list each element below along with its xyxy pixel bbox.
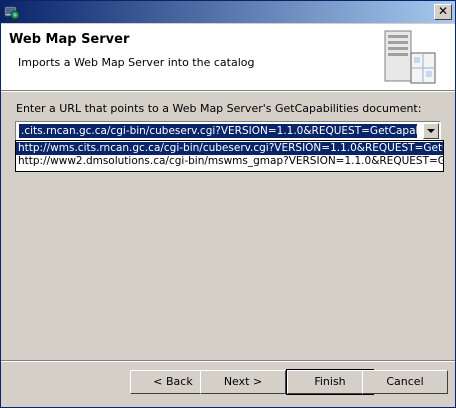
next-button[interactable]: Next > (200, 370, 286, 394)
chevron-down-icon (427, 129, 435, 133)
wizard-header: Web Map Server Imports a Web Map Server … (1, 24, 455, 91)
wizard-dialog: ✕ Web Map Server Imports a Web Map Serve… (0, 0, 456, 408)
url-label: Enter a URL that points to a Web Map Ser… (16, 102, 422, 115)
footer-separator-highlight (1, 361, 455, 362)
dropdown-item[interactable]: http://www2.dmsolutions.ca/cgi-bin/mswms… (16, 155, 443, 168)
cancel-button[interactable]: Cancel (362, 370, 448, 394)
dropdown-item[interactable]: http://wms.cits.rncan.gc.ca/cgi-bin/cube… (16, 142, 443, 155)
close-icon: ✕ (437, 4, 449, 18)
finish-button[interactable]: Finish (286, 369, 374, 395)
title-bar[interactable]: ✕ (1, 1, 455, 23)
combo-dropdown-button[interactable] (423, 123, 439, 139)
header-separator (1, 91, 455, 92)
page-description: Imports a Web Map Server into the catalo… (18, 56, 255, 69)
url-input[interactable]: .cits.rncan.gc.ca/cgi-bin/cubeserv.cgi?V… (19, 124, 417, 138)
server-catalog-icon (384, 30, 436, 84)
close-button[interactable]: ✕ (434, 4, 452, 20)
url-dropdown-list[interactable]: http://wms.cits.rncan.gc.ca/cgi-bin/cube… (15, 140, 444, 172)
app-icon (4, 6, 20, 20)
page-title: Web Map Server (9, 32, 130, 47)
url-combo-box[interactable]: .cits.rncan.gc.ca/cgi-bin/cubeserv.cgi?V… (15, 121, 441, 141)
